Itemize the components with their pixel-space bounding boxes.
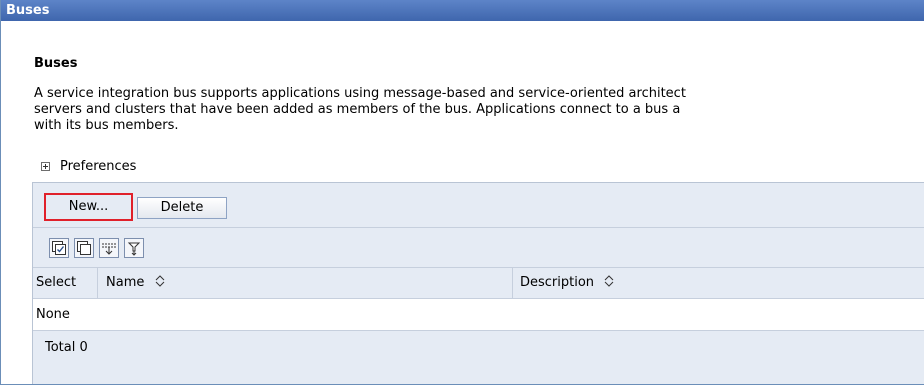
- collection-table: New... Delete Select Name Description No…: [32, 182, 924, 384]
- sort-icon[interactable]: [155, 275, 165, 287]
- column-header-description[interactable]: Description: [520, 268, 614, 298]
- preferences-toggle[interactable]: Preferences: [41, 159, 136, 174]
- page-title: Buses: [34, 56, 78, 71]
- bus-panel: Buses Buses A service integration bus su…: [0, 0, 924, 385]
- preferences-label[interactable]: Preferences: [60, 159, 136, 174]
- column-divider: [512, 268, 513, 298]
- portlet-title: Buses: [1, 0, 924, 21]
- column-header-select: Select: [36, 275, 77, 290]
- sort-icon[interactable]: [604, 275, 614, 287]
- table-total: Total 0: [33, 331, 924, 384]
- description-line-3: with its bus members.: [34, 118, 179, 133]
- column-header-name-label[interactable]: Name: [106, 275, 144, 290]
- column-header-description-label[interactable]: Description: [520, 275, 594, 290]
- page-description: A service integration bus supports appli…: [34, 86, 924, 134]
- select-all-icon[interactable]: [49, 238, 69, 258]
- empty-row: None: [33, 299, 924, 331]
- delete-button[interactable]: Delete: [137, 197, 227, 219]
- description-line-2: servers and clusters that have been adde…: [34, 102, 681, 117]
- table-header: Select Name Description: [33, 268, 924, 299]
- plus-icon[interactable]: [41, 162, 50, 171]
- new-button[interactable]: New...: [49, 197, 128, 219]
- button-bar: New... Delete: [33, 183, 924, 228]
- column-divider: [97, 268, 98, 298]
- show-filter-icon[interactable]: [99, 238, 119, 258]
- table-icon-toolbar: [33, 228, 924, 268]
- clear-filter-icon[interactable]: [124, 238, 144, 258]
- deselect-all-icon[interactable]: [74, 238, 94, 258]
- description-line-1: A service integration bus supports appli…: [34, 86, 686, 101]
- column-header-name[interactable]: Name: [106, 268, 165, 298]
